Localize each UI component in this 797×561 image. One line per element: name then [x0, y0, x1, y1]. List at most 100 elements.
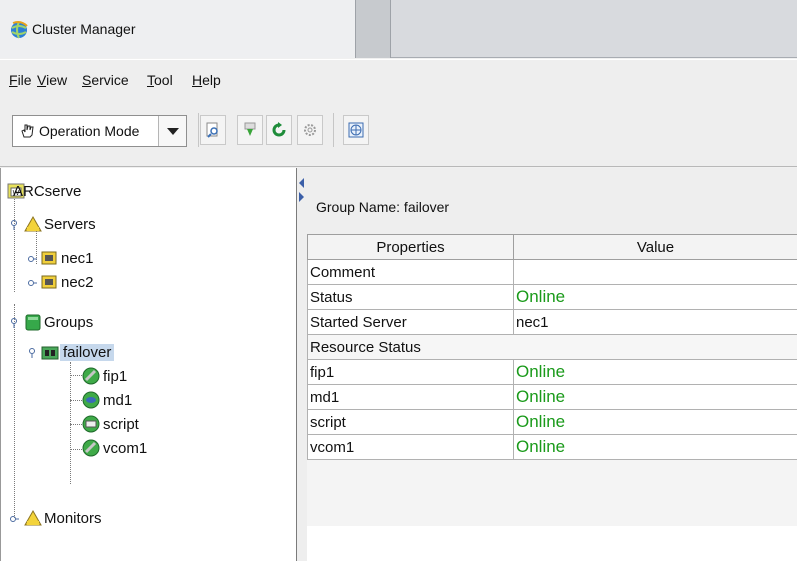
section-cell: Resource Status: [307, 334, 797, 360]
table-row[interactable]: Comment: [307, 259, 797, 285]
collapse-left-icon[interactable]: [299, 178, 304, 188]
value-cell: Online: [513, 434, 797, 460]
table-row[interactable]: fip1 Online: [307, 359, 797, 385]
gear-icon: [304, 124, 316, 136]
tree-label: md1: [103, 392, 133, 409]
value-cell: Online: [513, 284, 797, 310]
disk-resource-icon: [82, 391, 100, 409]
download-button[interactable]: [237, 115, 263, 145]
property-cell: fip1: [307, 359, 514, 385]
grid-icon: [348, 122, 364, 138]
properties-table: Properties Value Comment Status Online S…: [307, 234, 797, 460]
hand-icon: [21, 124, 34, 138]
collapsed-knob-icon: [28, 280, 37, 286]
tab-title: Cluster Manager: [32, 21, 136, 37]
tree-node-resource[interactable]: script: [82, 414, 242, 436]
tree-node-server[interactable]: nec2: [27, 272, 227, 294]
property-cell: Started Server: [307, 309, 514, 335]
table-row[interactable]: Status Online: [307, 284, 797, 310]
globe-icon: [11, 21, 28, 39]
value-cell: Online: [513, 384, 797, 410]
tree-label: Groups: [44, 314, 94, 331]
failover-group-icon: [41, 346, 59, 360]
tree-label: nec1: [61, 250, 94, 267]
property-cell: script: [307, 409, 514, 435]
tree-node-server[interactable]: nec1: [27, 248, 227, 270]
property-cell: Comment: [307, 259, 514, 285]
chevron-down-icon: [167, 128, 179, 135]
menu-help[interactable]: Help: [192, 72, 221, 88]
grid-button[interactable]: [343, 115, 369, 145]
details-panel: Group Name: failover Properties Value Co…: [307, 168, 797, 561]
tree-label: fip1: [103, 368, 128, 385]
refresh-button[interactable]: [266, 115, 292, 145]
menu-file[interactable]: File: [9, 72, 32, 88]
group-header: Group Name: failover: [307, 168, 797, 234]
tree-label: vcom1: [103, 440, 148, 457]
panel-splitter[interactable]: [297, 168, 307, 561]
property-cell: vcom1: [307, 434, 514, 460]
table-row[interactable]: vcom1 Online: [307, 434, 797, 460]
expanded-knob-icon: [11, 318, 17, 328]
property-cell: md1: [307, 384, 514, 410]
table-row[interactable]: Started Server nec1: [307, 309, 797, 335]
tree-node-resource[interactable]: vcom1: [82, 438, 242, 460]
value-cell: [513, 259, 797, 285]
menu-service[interactable]: Service: [82, 72, 129, 88]
value-cell: Online: [513, 359, 797, 385]
tree-node-resource[interactable]: fip1: [82, 366, 242, 388]
script-resource-icon: [82, 415, 100, 433]
refresh-icon: [272, 122, 286, 137]
dropdown-button[interactable]: [158, 116, 186, 146]
search-button[interactable]: [200, 115, 226, 145]
tab-empty[interactable]: [356, 0, 391, 58]
expanded-knob-icon: [11, 220, 17, 230]
expanded-knob-icon: [29, 348, 35, 358]
tree-node-servers[interactable]: Servers: [9, 214, 209, 236]
tree-node-arcserve[interactable]: W ARCserve: [7, 181, 207, 203]
warning-folder-icon: [24, 509, 42, 526]
tree-connector: [70, 375, 82, 376]
table-empty-area: [307, 526, 797, 561]
tree-node-resource[interactable]: md1: [82, 390, 242, 412]
property-cell: Status: [307, 284, 514, 310]
download-icon: [244, 122, 256, 136]
tree-node-group[interactable]: failover: [27, 342, 227, 364]
table-header-row: Properties Value: [307, 234, 797, 260]
tree-connector: [70, 400, 82, 401]
cluster-tree: W ARCserve Servers nec1 nec2 Groups fail…: [0, 168, 297, 561]
table-row[interactable]: script Online: [307, 409, 797, 435]
tree-connector: [14, 196, 15, 292]
tree-connector: [70, 362, 71, 484]
tree-label: failover: [60, 344, 115, 361]
tree-node-groups[interactable]: Groups: [9, 312, 209, 334]
server-icon: [41, 275, 57, 289]
network-resource-icon: [82, 367, 100, 385]
tree-connector: [70, 449, 82, 450]
menu-view[interactable]: View: [37, 72, 67, 88]
table-row[interactable]: md1 Online: [307, 384, 797, 410]
group-name-label: Group Name: failover: [316, 199, 450, 215]
column-header-properties[interactable]: Properties: [307, 234, 514, 260]
column-header-value[interactable]: Value: [513, 234, 797, 260]
settings-button[interactable]: [297, 115, 323, 145]
menu-bar: File View Service Tool Help: [0, 59, 797, 93]
tree-node-monitors[interactable]: Monitors: [9, 508, 209, 530]
collapse-right-icon[interactable]: [299, 192, 304, 202]
group-icon: [25, 314, 41, 331]
search-icon: [206, 122, 218, 138]
tree-label: script: [103, 416, 139, 433]
tree-label: Servers: [44, 216, 96, 233]
network-resource-icon: [82, 439, 100, 457]
operation-mode-select[interactable]: Operation Mode: [12, 115, 187, 147]
toolbar: Operation Mode: [0, 93, 797, 167]
tree-connector: [70, 424, 82, 425]
tab-strip: Cluster Manager: [0, 0, 797, 58]
table-section-row: Resource Status: [307, 334, 797, 360]
collapsed-knob-icon: [28, 256, 37, 262]
value-cell: Online: [513, 409, 797, 435]
menu-tool[interactable]: Tool: [147, 72, 173, 88]
tree-label: ARCserve: [13, 183, 82, 200]
tab-cluster-manager[interactable]: Cluster Manager: [0, 0, 356, 58]
operation-mode-label: Operation Mode: [39, 123, 140, 139]
